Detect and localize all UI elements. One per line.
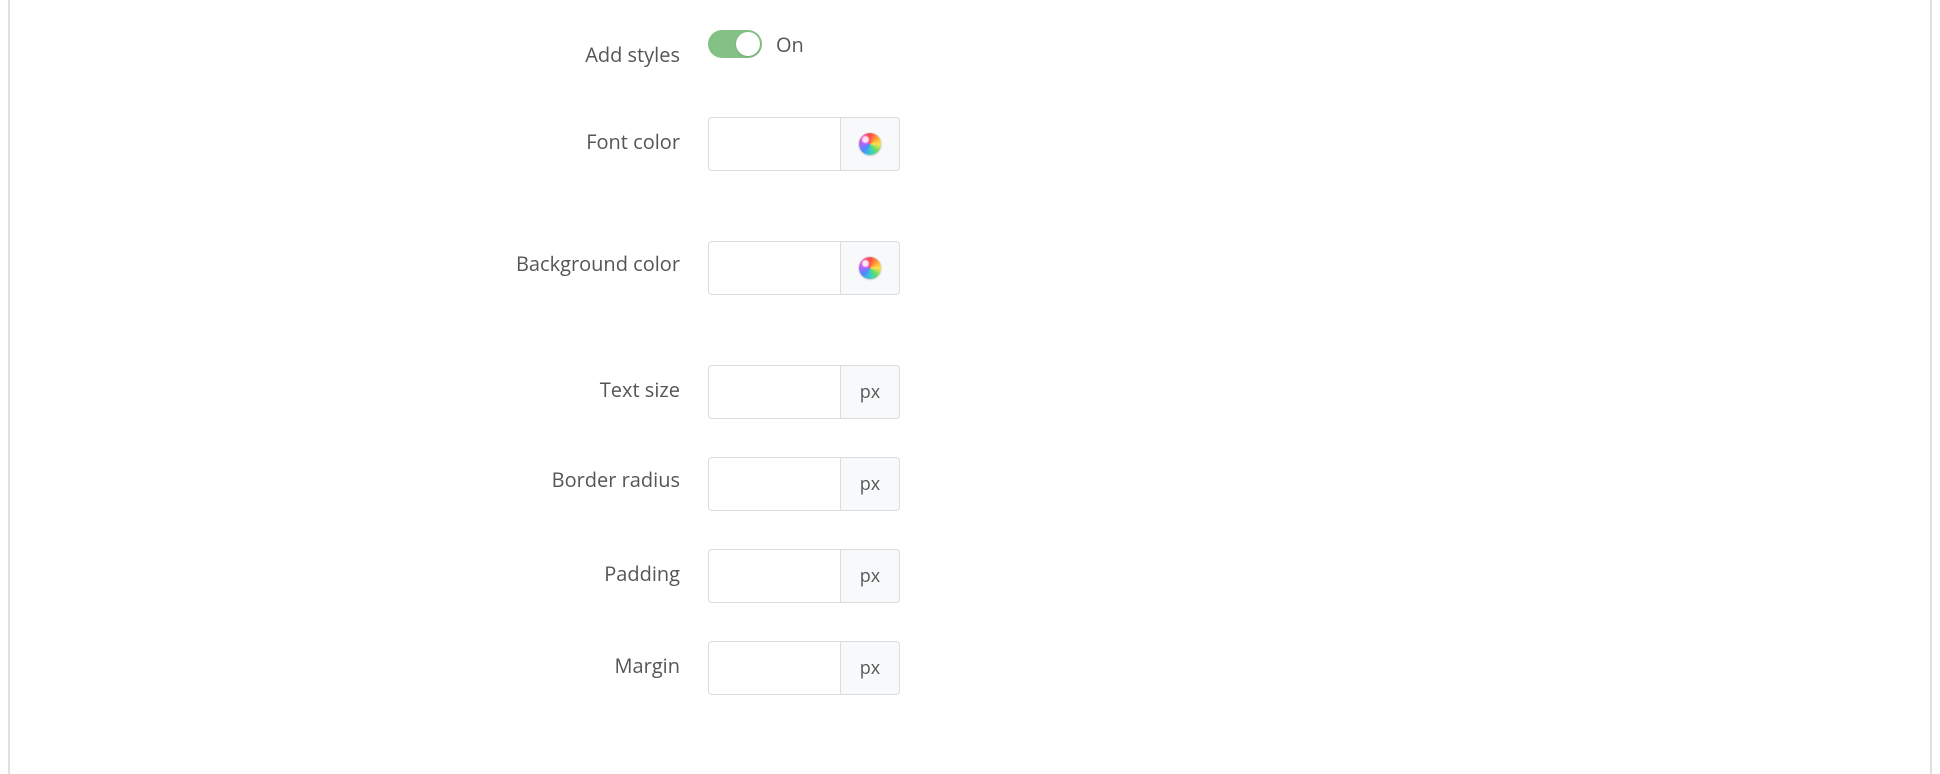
row-text-size: Text size px <box>10 365 1930 419</box>
font-color-input[interactable] <box>708 117 840 171</box>
label-border-radius: Border radius <box>10 457 708 494</box>
label-padding: Padding <box>10 549 708 588</box>
control-margin: px <box>708 641 968 695</box>
background-color-input[interactable] <box>708 241 840 295</box>
text-size-unit: px <box>840 365 900 419</box>
settings-panel: Add styles On Font color Background colo… <box>8 0 1932 774</box>
label-add-styles: Add styles <box>10 30 708 69</box>
control-background-color <box>708 241 968 295</box>
border-radius-unit: px <box>840 457 900 511</box>
row-padding: Padding px <box>10 549 1930 603</box>
toggle-knob <box>736 32 760 56</box>
control-padding: px <box>708 549 968 603</box>
margin-input[interactable] <box>708 641 840 695</box>
row-background-color: Background color <box>10 241 1930 295</box>
label-text-size: Text size <box>10 365 708 404</box>
row-margin: Margin px <box>10 641 1930 695</box>
margin-unit: px <box>840 641 900 695</box>
font-color-input-group <box>708 117 900 171</box>
padding-input[interactable] <box>708 549 840 603</box>
row-add-styles: Add styles On <box>10 30 1930 69</box>
padding-input-group: px <box>708 549 900 603</box>
color-wheel-icon <box>859 133 881 155</box>
border-radius-input-group: px <box>708 457 900 511</box>
label-background-color: Background color <box>10 241 708 278</box>
padding-unit: px <box>840 549 900 603</box>
font-color-picker-button[interactable] <box>840 117 900 171</box>
color-wheel-icon <box>859 257 881 279</box>
control-font-color <box>708 117 968 171</box>
background-color-picker-button[interactable] <box>840 241 900 295</box>
row-border-radius: Border radius px <box>10 457 1930 511</box>
margin-input-group: px <box>708 641 900 695</box>
add-styles-state-text: On <box>776 31 804 58</box>
control-text-size: px <box>708 365 968 419</box>
text-size-input-group: px <box>708 365 900 419</box>
label-font-color: Font color <box>10 117 708 156</box>
row-font-color: Font color <box>10 117 1930 171</box>
control-border-radius: px <box>708 457 968 511</box>
control-add-styles: On <box>708 30 968 58</box>
border-radius-input[interactable] <box>708 457 840 511</box>
text-size-input[interactable] <box>708 365 840 419</box>
background-color-input-group <box>708 241 900 295</box>
add-styles-toggle[interactable] <box>708 30 762 58</box>
label-margin: Margin <box>10 641 708 680</box>
